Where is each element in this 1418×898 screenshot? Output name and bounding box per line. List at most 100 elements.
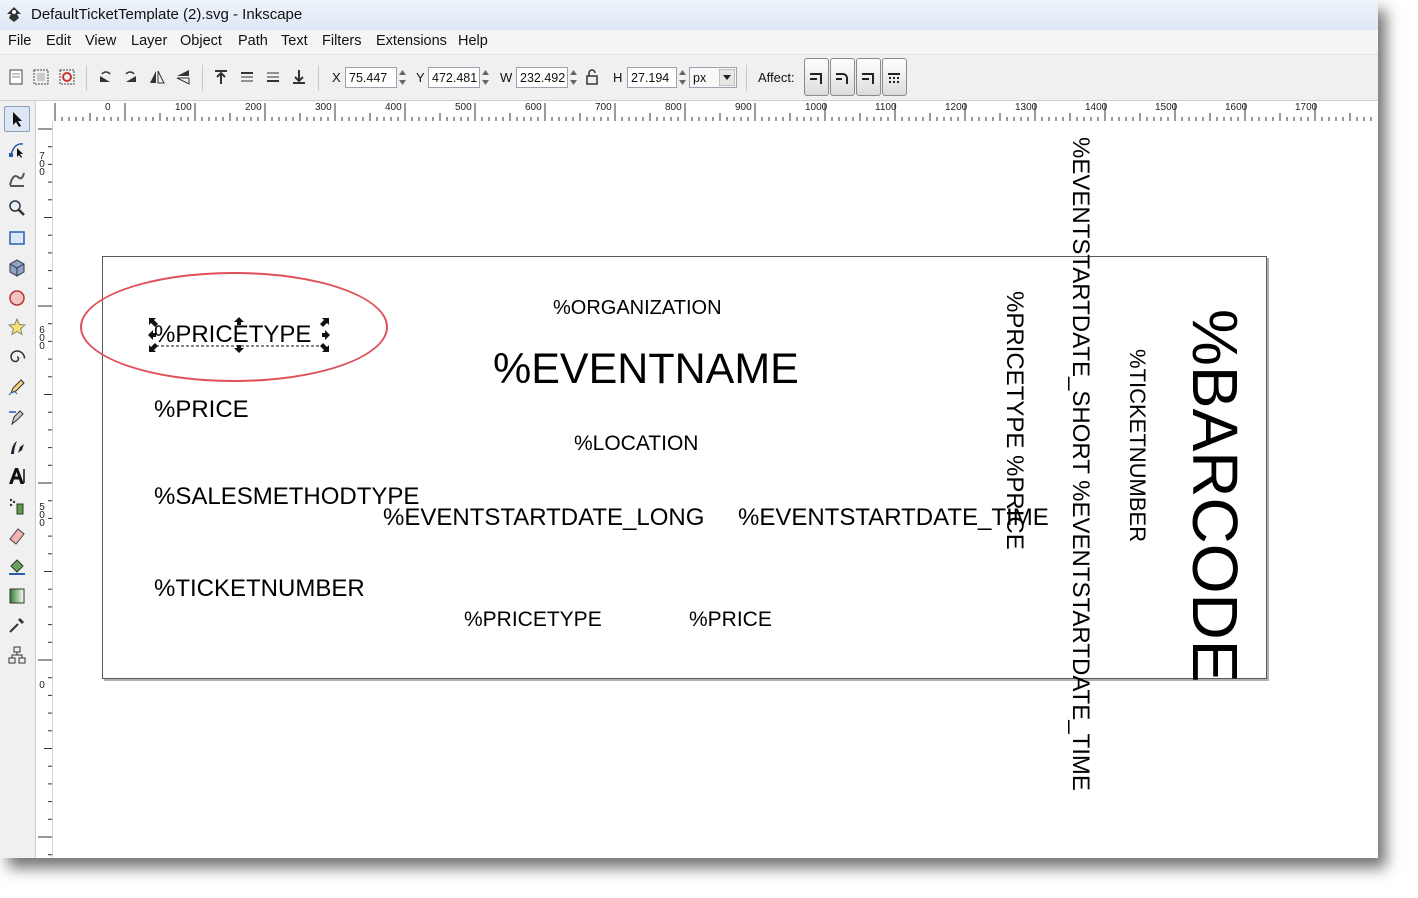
flip-horizontal-icon[interactable] [148,68,166,86]
ellipse-tool[interactable] [4,285,30,311]
move-gradients-icon [862,73,874,84]
y-label: Y [416,70,425,85]
startdate-long-text[interactable]: %EVENTSTARTDATE_LONG [383,504,704,532]
affect-patterns-button[interactable] [882,58,907,96]
affect-corners-button[interactable] [830,58,855,96]
ruler-label: 600 [525,102,542,113]
pricetype-small-text[interactable]: %PRICETYPE [464,608,602,632]
horizontal-ruler[interactable]: 0 100 200 300 400 500 600 700 800 900 10… [52,101,1378,121]
affect-gradients-button[interactable] [856,58,881,96]
drawing-canvas[interactable]: %ORGANIZATION %EVENTNAME %PRICETYPE %PRI… [53,121,1378,858]
pen-tool[interactable] [4,404,30,430]
menu-extensions[interactable]: Extensions [376,33,447,49]
text-tool[interactable] [4,463,30,489]
pencil-tool[interactable] [4,374,30,400]
spray-icon [9,498,24,515]
toolbar-separator [746,65,747,91]
vertical-startdate-short-time-text[interactable]: %EVENTSTARTDATE_SHORT %EVENTSTARTDATE_TI… [1066,137,1094,791]
paint-bucket-icon [9,559,25,575]
lower-to-bottom-icon[interactable] [290,68,308,86]
h-spin-icon[interactable] [677,67,688,88]
spray-tool[interactable] [4,493,30,519]
menu-filters[interactable]: Filters [322,33,361,49]
toolbox [0,101,36,858]
spiral-icon [10,350,26,363]
calligraphy-tool[interactable] [4,434,30,460]
w-field[interactable]: 232.492 [516,67,568,88]
tweak-tool[interactable] [4,165,30,191]
menu-view[interactable]: View [85,33,116,49]
raise-icon[interactable] [238,68,256,86]
h-label: H [613,70,623,85]
title-bar: DefaultTicketTemplate (2).svg - Inkscape [0,0,1378,30]
star-tool[interactable] [4,314,30,340]
lower-icon[interactable] [264,68,282,86]
y-spin-icon[interactable] [480,67,491,88]
zoom-tool[interactable] [4,195,30,221]
vertical-pricetype-price-text[interactable]: %PRICETYPE %PRICE [1000,291,1028,550]
w-spin-icon[interactable] [568,67,579,88]
menu-edit[interactable]: Edit [46,33,71,49]
menu-help[interactable]: Help [458,33,488,49]
flip-vertical-icon[interactable] [174,68,192,86]
menu-layer[interactable]: Layer [131,33,167,49]
node-editor-icon [9,143,24,158]
organization-text[interactable]: %ORGANIZATION [553,297,722,320]
x-spin-icon[interactable] [397,67,408,88]
lock-icon[interactable] [583,68,601,86]
paint-bucket-tool[interactable] [4,553,30,579]
select-all-icon[interactable] [7,68,25,86]
node-tool[interactable] [4,136,30,162]
affect-stroke-button[interactable] [804,58,829,96]
ruler-label: 1100 [875,102,897,113]
vertical-ticketnumber-text[interactable]: %TICKETNUMBER [1124,349,1150,542]
magnifier-icon [9,200,25,216]
eventname-text[interactable]: %EVENTNAME [493,345,799,394]
price-text[interactable]: %PRICE [154,396,249,424]
x-field[interactable]: 75.447 [345,67,397,88]
eraser-tool[interactable] [4,523,30,549]
chevron-down-icon[interactable] [719,69,735,86]
dropper-tool[interactable] [4,612,30,638]
menu-object[interactable]: Object [180,33,222,49]
affect-label: Affect: [758,70,795,85]
ruler-label: 1200 [945,102,968,113]
salesmethodtype-text[interactable]: %SALESMETHODTYPE [154,483,419,511]
connector-icon [8,646,26,664]
ruler-label: 0 [105,102,111,113]
3d-box-tool[interactable] [4,255,30,281]
vertical-ruler[interactable]: 700 600 500 0 [36,121,53,858]
vertical-barcode-text[interactable]: %BARCODE [1178,309,1252,682]
menu-bar: File Edit View Layer Object Path Text Fi… [0,30,1378,55]
menu-text[interactable]: Text [281,33,308,49]
spiral-tool[interactable] [4,344,30,370]
ruler-label: 1300 [1015,102,1038,113]
gradient-tool[interactable] [4,583,30,609]
rotate-cw-icon[interactable] [122,68,140,86]
location-text[interactable]: %LOCATION [574,432,698,456]
3d-box-icon [9,259,25,277]
x-label: X [332,70,341,85]
price-small-text[interactable]: %PRICE [689,608,772,632]
ruler-label: 700 [39,151,45,178]
selector-tool[interactable] [4,106,30,132]
h-field[interactable]: 27.194 [627,67,677,88]
connector-tool[interactable] [4,642,30,668]
scale-rounded-corners-icon [836,73,848,84]
rotate-ccw-icon[interactable] [96,68,114,86]
rectangle-tool[interactable] [4,225,30,251]
select-all-layers-icon[interactable] [32,68,50,86]
ticketnumber-text[interactable]: %TICKETNUMBER [154,575,365,603]
text-icon [9,468,25,484]
menu-file[interactable]: File [8,33,31,49]
eyedropper-icon [9,618,24,633]
menu-path[interactable]: Path [238,33,268,49]
selection-handles[interactable] [148,317,330,353]
raise-to-top-icon[interactable] [212,68,230,86]
scale-handle-icon[interactable] [148,317,330,353]
deselect-icon[interactable] [58,68,76,86]
ruler-label: 800 [665,102,682,113]
move-patterns-icon [888,73,900,83]
y-field[interactable]: 472.481 [428,67,480,88]
calligraphy-icon [11,441,24,454]
